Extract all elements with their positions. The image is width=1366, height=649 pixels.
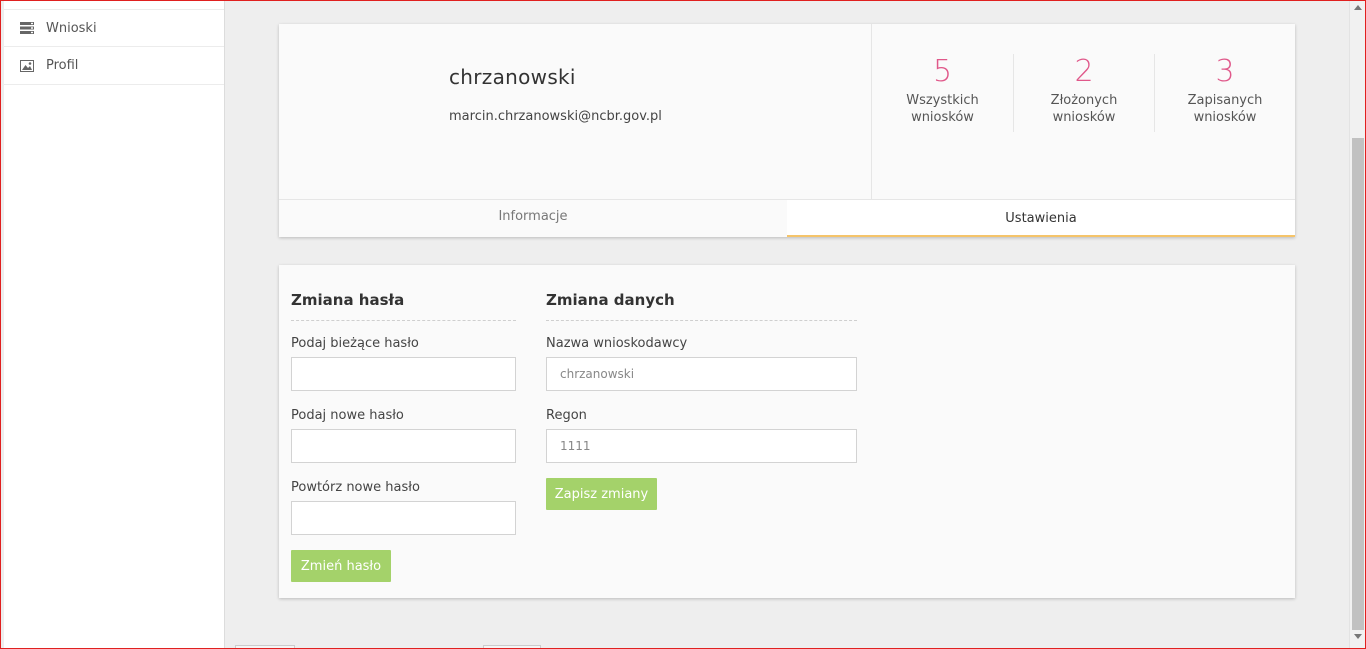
save-changes-button[interactable]: Zapisz zmiany <box>546 478 657 510</box>
data-section-title: Zmiana danych <box>546 291 857 321</box>
regon-input[interactable] <box>546 429 857 463</box>
sidebar-item-label: Wnioski <box>46 20 97 36</box>
sidebar-item-wnioski[interactable]: Wnioski <box>4 9 224 47</box>
stat-label-line1: Wszystkich <box>906 93 979 108</box>
current-password-label: Podaj bieżące hasło <box>291 336 419 351</box>
profile-card: chrzanowski marcin.chrzanowski@ncbr.gov.… <box>279 24 1295 237</box>
tab-ustawienia[interactable]: Ustawienia <box>787 200 1295 237</box>
regon-label: Regon <box>546 408 587 423</box>
current-password-input[interactable] <box>291 357 516 391</box>
new-password-label: Podaj nowe hasło <box>291 408 404 423</box>
tab-informacje[interactable]: Informacje <box>279 200 787 237</box>
scroll-up-arrow-icon[interactable] <box>1354 5 1362 10</box>
list-icon <box>20 22 34 34</box>
applicant-name-label: Nazwa wnioskodawcy <box>546 336 688 351</box>
sidebar: Wnioski Profil <box>4 0 225 649</box>
stat-label-line1: Złożonych <box>1050 93 1118 108</box>
image-icon <box>20 59 34 72</box>
bottom-tab-left <box>235 645 295 649</box>
stat-label-line2: wniosków <box>1052 110 1116 125</box>
vertical-scrollbar[interactable] <box>1349 0 1366 649</box>
profile-info: chrzanowski marcin.chrzanowski@ncbr.gov.… <box>279 24 871 199</box>
stat-saved: 3 Zapisanych wniosków <box>1154 54 1295 132</box>
scroll-down-arrow-icon[interactable] <box>1354 634 1362 639</box>
password-section-title: Zmiana hasła <box>291 291 516 321</box>
main-content: chrzanowski marcin.chrzanowski@ncbr.gov.… <box>225 0 1349 649</box>
bottom-tab-right <box>483 645 541 649</box>
stat-label-line1: Zapisanych <box>1187 93 1263 108</box>
profile-name: chrzanowski <box>449 65 576 89</box>
new-password-input[interactable] <box>291 429 516 463</box>
change-password-button[interactable]: Zmień hasło <box>291 550 391 582</box>
stat-label-line2: wniosków <box>1193 110 1257 125</box>
stat-value: 3 <box>1215 54 1235 89</box>
stat-submitted: 2 Złożonych wniosków <box>1013 54 1154 132</box>
profile-email: marcin.chrzanowski@ncbr.gov.pl <box>449 109 662 124</box>
applicant-name-input[interactable] <box>546 357 857 391</box>
stat-label-line2: wniosków <box>911 110 974 125</box>
profile-stats: 5 Wszystkich wniosków 2 Złożonych wniosk… <box>871 24 1295 199</box>
profile-tabs: Informacje Ustawienia <box>279 199 1295 237</box>
scroll-thumb[interactable] <box>1352 138 1364 630</box>
repeat-password-input[interactable] <box>291 501 516 535</box>
stat-all: 5 Wszystkich wniosków <box>872 54 1013 132</box>
repeat-password-label: Powtórz nowe hasło <box>291 480 420 495</box>
stat-value: 2 <box>1074 54 1094 89</box>
settings-card: Zmiana hasła Podaj bieżące hasło Podaj n… <box>279 265 1295 598</box>
stat-value: 5 <box>932 54 953 89</box>
sidebar-item-profil[interactable]: Profil <box>4 47 224 85</box>
sidebar-item-label: Profil <box>46 58 79 73</box>
